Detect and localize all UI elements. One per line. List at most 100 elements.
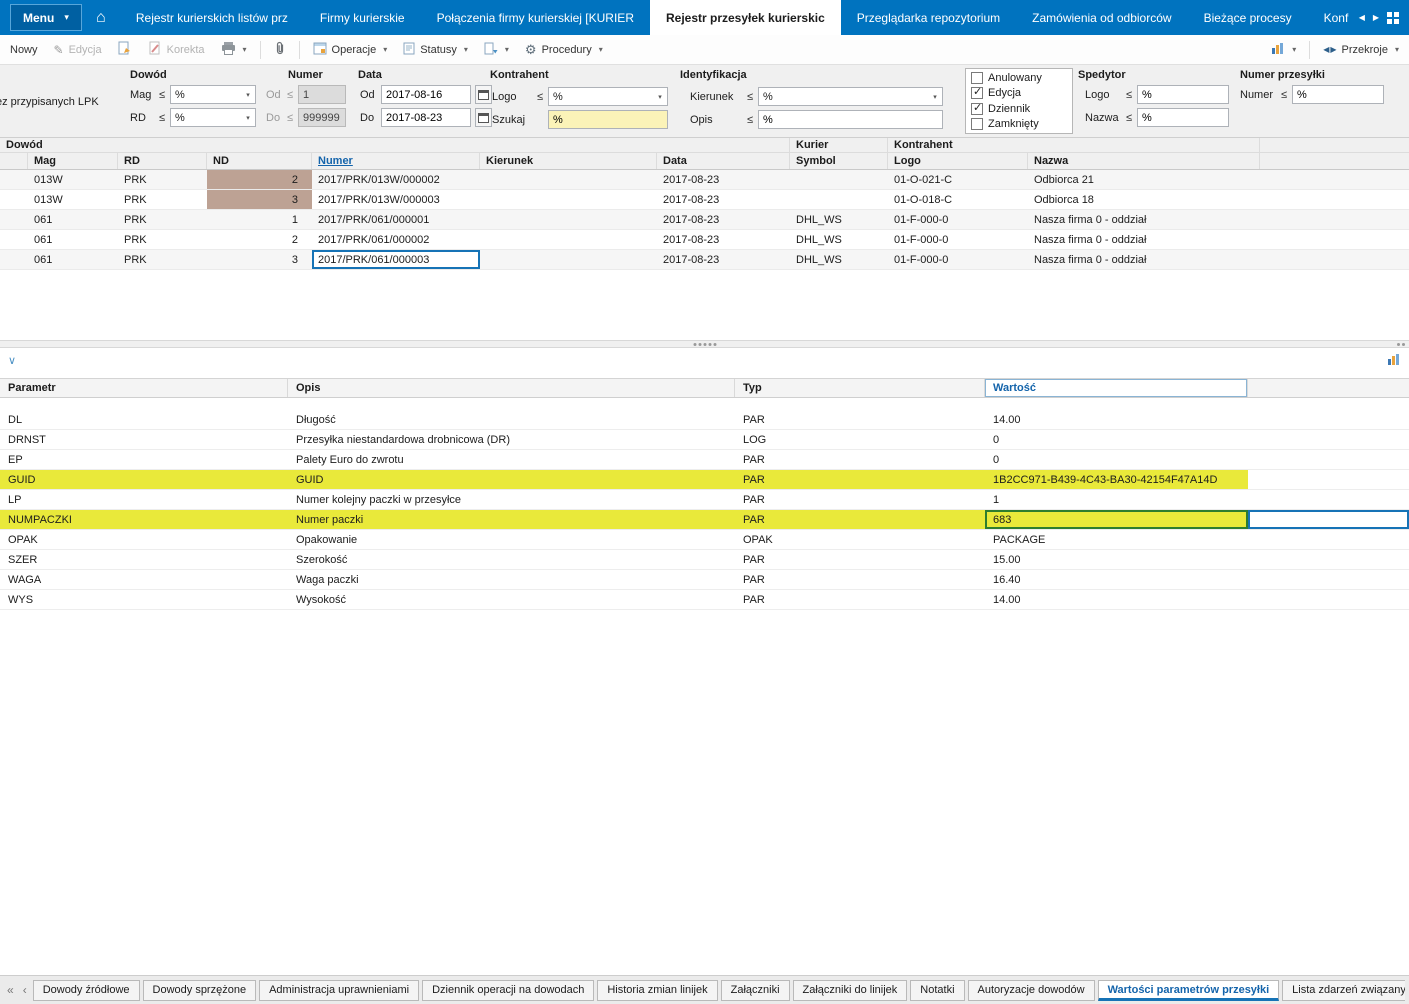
cell-logo[interactable]: 01-F-000-0 bbox=[888, 210, 1028, 229]
column-header-rd[interactable]: RD bbox=[118, 153, 207, 169]
column-header-numer[interactable]: Numer bbox=[312, 153, 480, 169]
spedytor-logo-input[interactable] bbox=[1137, 85, 1230, 104]
statuses-dropdown[interactable]: Statusy ▾ bbox=[396, 38, 475, 62]
tab-rejestr-kurierskich-listow[interactable]: Rejestr kurierskich listów prz bbox=[120, 0, 304, 35]
tab-firmy-kurierskie[interactable]: Firmy kurierskie bbox=[304, 0, 421, 35]
tabs-scroll-first-icon[interactable]: « bbox=[4, 983, 17, 997]
cell-nd[interactable]: 2 bbox=[207, 170, 312, 189]
cell-kierunek[interactable] bbox=[480, 230, 657, 249]
edit-button[interactable]: ✎ Edycja bbox=[47, 40, 109, 60]
column-header-nazwa[interactable]: Nazwa bbox=[1028, 153, 1260, 169]
calendar-icon[interactable] bbox=[475, 85, 492, 104]
cell-mag[interactable]: 013W bbox=[28, 170, 118, 189]
bottom-tab-notatki[interactable]: Notatki bbox=[910, 979, 965, 1001]
cell-kierunek[interactable] bbox=[480, 190, 657, 209]
kierunek-combo[interactable]: % ▾ bbox=[758, 87, 944, 106]
flag-zamkniety[interactable]: Zamknięty bbox=[971, 117, 1067, 130]
cell-rd[interactable]: PRK bbox=[118, 250, 207, 269]
print-button[interactable]: ▾ bbox=[214, 38, 254, 62]
cell-data[interactable]: 2017-08-23 bbox=[657, 250, 790, 269]
tab-zamowienia-od-odbiorcow[interactable]: Zamówienia od odbiorców bbox=[1016, 0, 1187, 35]
cell-numer[interactable]: 2017/PRK/013W/000003 bbox=[312, 190, 480, 209]
less-equal-operator[interactable]: ≤ bbox=[1126, 112, 1132, 124]
wartosc-edit-cell[interactable]: 683 bbox=[985, 510, 1248, 529]
tab-scroll-right-icon[interactable]: ▶ bbox=[1373, 13, 1379, 22]
kontrahent-search-input[interactable] bbox=[548, 110, 669, 129]
cell-data[interactable]: 2017-08-23 bbox=[657, 190, 790, 209]
cell-rd[interactable]: PRK bbox=[118, 170, 207, 189]
menu-button[interactable]: Menu ▾ bbox=[10, 4, 82, 31]
less-equal-operator[interactable]: ≤ bbox=[159, 112, 165, 124]
bottom-tab-dziennik-operacji[interactable]: Dziennik operacji na dowodach bbox=[422, 979, 595, 1001]
bottom-tab-administracja-uprawnieniami[interactable]: Administracja uprawnieniami bbox=[259, 979, 420, 1001]
selected-trailing-cell[interactable] bbox=[1248, 510, 1409, 529]
bottom-tab-zalaczniki[interactable]: Załączniki bbox=[720, 979, 790, 1001]
shipment-row-3[interactable]: 061 PRK 1 2017/PRK/061/000001 2017-08-23… bbox=[0, 210, 1409, 230]
bottom-tab-autoryzacje-dowodow[interactable]: Autoryzacje dowodów bbox=[967, 979, 1095, 1001]
edit-document-button[interactable] bbox=[111, 37, 139, 62]
column-header-data[interactable]: Data bbox=[657, 153, 790, 169]
flag-anulowany[interactable]: Anulowany bbox=[971, 72, 1067, 84]
less-equal-operator[interactable]: ≤ bbox=[1126, 89, 1132, 101]
tab-biezace-procesy[interactable]: Bieżące procesy bbox=[1188, 0, 1308, 35]
shipment-row-5-selected[interactable]: 061 PRK 3 2017/PRK/061/000003 2017-08-23… bbox=[0, 250, 1409, 270]
flag-dziennik[interactable]: Dziennik bbox=[971, 101, 1067, 115]
cell-kierunek[interactable] bbox=[480, 250, 657, 269]
cell-nazwa[interactable]: Nasza firma 0 - oddział bbox=[1028, 230, 1260, 249]
cell-mag[interactable]: 061 bbox=[28, 230, 118, 249]
tab-scroll-left-icon[interactable]: ◀ bbox=[1359, 13, 1365, 22]
column-header-kierunek[interactable]: Kierunek bbox=[480, 153, 657, 169]
mag-filter-combo[interactable]: % ▾ bbox=[170, 85, 257, 104]
cell-logo[interactable]: 01-O-021-C bbox=[888, 170, 1028, 189]
column-header-logo[interactable]: Logo bbox=[888, 153, 1028, 169]
cell-kierunek[interactable] bbox=[480, 170, 657, 189]
shipment-row-4[interactable]: 061 PRK 2 2017/PRK/061/000002 2017-08-23… bbox=[0, 230, 1409, 250]
cell-nazwa[interactable]: Odbiorca 18 bbox=[1028, 190, 1260, 209]
param-row-waga[interactable]: WAGA Waga paczki PAR 16.40 bbox=[0, 570, 1409, 590]
panel-chart-icon[interactable] bbox=[1387, 353, 1401, 369]
column-header-typ[interactable]: Typ bbox=[735, 379, 985, 397]
splitter-grip-icon[interactable] bbox=[1397, 343, 1405, 346]
splitter-grip-icon[interactable] bbox=[693, 343, 716, 346]
date-to-input[interactable] bbox=[381, 108, 471, 127]
column-header-nd[interactable]: ND bbox=[207, 153, 312, 169]
less-equal-operator[interactable]: ≤ bbox=[747, 91, 753, 103]
cell-numer[interactable]: 2017/PRK/061/000001 bbox=[312, 210, 480, 229]
cell-rd[interactable]: PRK bbox=[118, 190, 207, 209]
cell-mag[interactable]: 013W bbox=[28, 190, 118, 209]
collapse-panel-icon[interactable]: ∨ bbox=[8, 355, 16, 367]
row-selector-cell[interactable] bbox=[0, 170, 28, 189]
param-row-numpaczki-selected[interactable]: NUMPACZKI Numer paczki PAR 683 bbox=[0, 510, 1409, 530]
date-from-input[interactable] bbox=[381, 85, 471, 104]
cell-rd[interactable]: PRK bbox=[118, 210, 207, 229]
operations-dropdown[interactable]: Operacje ▾ bbox=[306, 38, 395, 62]
cell-data[interactable]: 2017-08-23 bbox=[657, 170, 790, 189]
bottom-tab-dowody-sprzezone[interactable]: Dowody sprzężone bbox=[142, 979, 257, 1001]
cell-symbol[interactable]: DHL_WS bbox=[790, 250, 888, 269]
tab-konfiguracja[interactable]: Konfiguracja bbox=[1308, 0, 1349, 35]
param-row-ep[interactable]: EP Palety Euro do zwrotu PAR 0 bbox=[0, 450, 1409, 470]
kontrahent-logo-combo[interactable]: % ▾ bbox=[548, 87, 669, 106]
param-row-dl[interactable]: DL Długość PAR 14.00 bbox=[0, 410, 1409, 430]
bottom-tab-zalaczniki-do-linijek[interactable]: Załączniki do linijek bbox=[792, 979, 908, 1001]
cell-symbol[interactable] bbox=[790, 190, 888, 209]
less-equal-operator[interactable]: ≤ bbox=[537, 91, 543, 103]
bottom-tab-lista-zdarzen[interactable]: Lista zdarzeń związanych z bbox=[1282, 979, 1405, 1001]
horizontal-splitter[interactable] bbox=[0, 340, 1409, 348]
column-header-symbol[interactable]: Symbol bbox=[790, 153, 888, 169]
column-header-opis[interactable]: Opis bbox=[288, 379, 735, 397]
bottom-tab-dowody-zrodlowe[interactable]: Dowody źródłowe bbox=[32, 979, 140, 1001]
tab-polaczenia-firmy-kurierskiej[interactable]: Połączenia firmy kurierskiej [KURIER bbox=[421, 0, 650, 35]
procedures-dropdown[interactable]: ⚙ Procedury ▾ bbox=[518, 39, 610, 60]
tab-rejestr-przesylek-kurierskich[interactable]: Rejestr przesyłek kurierskic bbox=[649, 0, 841, 35]
shipment-row-1[interactable]: 013W PRK 2 2017/PRK/013W/000002 2017-08-… bbox=[0, 170, 1409, 190]
param-row-guid-highlighted[interactable]: GUID GUID PAR 1B2CC971-B439-4C43-BA30-42… bbox=[0, 470, 1409, 490]
spedytor-nazwa-input[interactable] bbox=[1137, 108, 1230, 127]
cell-symbol[interactable]: DHL_WS bbox=[790, 210, 888, 229]
param-row-szer[interactable]: SZER Szerokość PAR 15.00 bbox=[0, 550, 1409, 570]
chart-dropdown[interactable]: ▾ bbox=[1264, 38, 1303, 62]
row-selector-cell[interactable] bbox=[0, 250, 28, 269]
home-button[interactable]: ⌂ bbox=[82, 0, 120, 35]
column-header-wartosc[interactable]: Wartość bbox=[985, 379, 1248, 397]
less-equal-operator[interactable]: ≤ bbox=[159, 89, 165, 101]
